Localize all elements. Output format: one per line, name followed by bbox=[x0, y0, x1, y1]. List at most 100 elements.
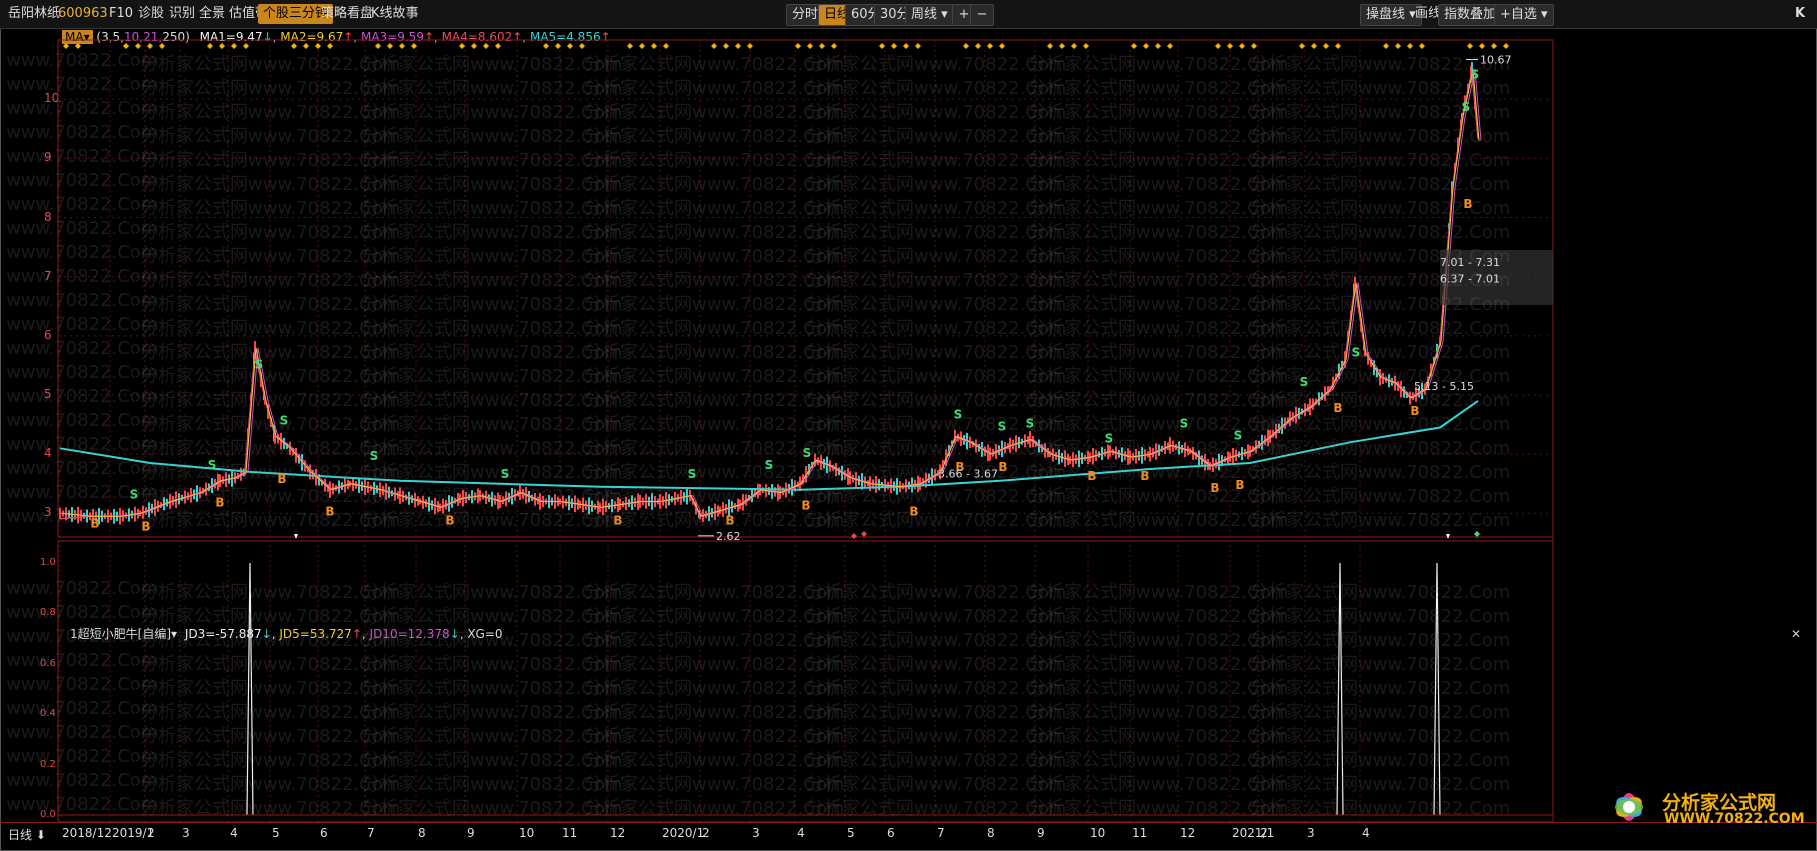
month-label: 2 bbox=[1260, 826, 1268, 840]
month-label: 2 bbox=[147, 826, 155, 840]
signal-marker bbox=[1227, 43, 1233, 49]
signal-marker bbox=[315, 43, 321, 49]
diamond-marker bbox=[861, 531, 867, 537]
jd10-value: JD10=12.378 bbox=[369, 627, 450, 641]
signal-marker bbox=[807, 43, 813, 49]
buy-signal: B bbox=[1333, 401, 1342, 415]
buy-signal: B bbox=[909, 505, 918, 519]
signal-marker bbox=[1419, 43, 1425, 49]
signal-marker bbox=[1503, 43, 1509, 49]
signal-marker bbox=[1143, 43, 1149, 49]
month-label: 2020/1 bbox=[662, 826, 705, 840]
sell-signal: S bbox=[1471, 67, 1480, 81]
month-label: 2018/12 bbox=[62, 826, 112, 840]
signal-marker bbox=[471, 43, 477, 49]
sell-signal: S bbox=[688, 467, 697, 481]
signal-marker bbox=[1239, 43, 1245, 49]
main-panel-border bbox=[57, 39, 1554, 538]
month-label: 11 bbox=[562, 826, 578, 840]
sell-signal: S bbox=[1105, 431, 1114, 445]
sell-signal: S bbox=[208, 458, 217, 472]
signal-marker bbox=[459, 43, 465, 49]
month-label: 12 bbox=[1180, 826, 1196, 840]
signal-marker bbox=[1131, 43, 1137, 49]
signal-marker bbox=[1071, 43, 1077, 49]
signal-marker bbox=[387, 43, 393, 49]
signal-marker bbox=[207, 43, 213, 49]
signal-marker bbox=[747, 43, 753, 49]
signal-marker bbox=[147, 43, 153, 49]
month-label: 9 bbox=[467, 826, 475, 840]
ma5-line bbox=[59, 400, 1479, 491]
sell-signal: S bbox=[130, 488, 139, 502]
sub-spike bbox=[246, 562, 254, 816]
buy-signal: B bbox=[1235, 478, 1244, 492]
buy-signal: B bbox=[1463, 197, 1472, 211]
signal-marker bbox=[1491, 43, 1497, 49]
signal-marker bbox=[75, 43, 81, 49]
signal-marker bbox=[291, 43, 297, 49]
signal-marker bbox=[639, 43, 645, 49]
sell-signal: S bbox=[1180, 417, 1189, 431]
month-label: 4 bbox=[230, 826, 238, 840]
month-label: 10 bbox=[519, 826, 535, 840]
signal-marker bbox=[411, 43, 417, 49]
jd3-value: JD3=-57.887 bbox=[184, 627, 262, 641]
arrow-down-icon: ⬇ bbox=[35, 828, 46, 842]
jd5-value: JD5=53.727 bbox=[279, 627, 352, 641]
month-label: 10 bbox=[1090, 826, 1106, 840]
buy-signal: B bbox=[277, 472, 286, 486]
sell-signal: S bbox=[280, 414, 289, 428]
close-icon[interactable]: ✕ bbox=[1791, 627, 1801, 641]
month-label: 3 bbox=[752, 826, 760, 840]
signal-marker bbox=[159, 43, 165, 49]
gap-zone-label-a: 7.01 - 7.31 bbox=[1440, 256, 1500, 269]
signal-marker bbox=[555, 43, 561, 49]
sell-signal: S bbox=[1462, 100, 1471, 114]
month-label: 12 bbox=[610, 826, 626, 840]
buy-signal: B bbox=[613, 513, 622, 527]
kline-chart[interactable]: B BBBBB B BB BB BB BB BB BBSSSSSS SSSSS SSSSSSSS10… bbox=[0, 0, 1817, 851]
signal-marker bbox=[1299, 43, 1305, 49]
month-label: 9 bbox=[1037, 826, 1045, 840]
buy-signal: B bbox=[1140, 469, 1149, 483]
signal-marker bbox=[723, 43, 729, 49]
period-label[interactable]: 日线 ⬇ bbox=[8, 826, 46, 843]
buy-signal: B bbox=[1087, 469, 1096, 483]
signal-marker bbox=[1251, 43, 1257, 49]
buy-signal: B bbox=[1210, 481, 1219, 495]
buy-signal: B bbox=[215, 496, 224, 510]
signal-marker bbox=[243, 43, 249, 49]
signal-marker bbox=[1467, 43, 1473, 49]
buy-signal: B bbox=[801, 499, 810, 513]
sell-signal: S bbox=[803, 446, 812, 460]
signal-marker bbox=[495, 43, 501, 49]
month-label: 7 bbox=[937, 826, 945, 840]
signal-marker bbox=[123, 43, 129, 49]
ma3-line bbox=[62, 69, 1482, 517]
signal-marker bbox=[651, 43, 657, 49]
sub-indicator-legend: 1超短小肥牛[自编]▾ JD3=-57.887↓, JD5=53.727↑, J… bbox=[70, 627, 503, 641]
signal-marker bbox=[1047, 43, 1053, 49]
site-logo: 分析家公式网 WWW.70822.COM bbox=[1600, 782, 1805, 832]
buy-signal: B bbox=[90, 516, 99, 530]
signal-marker bbox=[303, 43, 309, 49]
month-label: 6 bbox=[320, 826, 328, 840]
ma2-line bbox=[60, 69, 1480, 517]
buy-signal: B bbox=[141, 519, 150, 533]
sell-signal: S bbox=[1352, 346, 1361, 360]
sell-signal: S bbox=[998, 420, 1007, 434]
signal-marker bbox=[1383, 43, 1389, 49]
signal-marker bbox=[879, 43, 885, 49]
signal-marker bbox=[375, 43, 381, 49]
signal-marker bbox=[999, 43, 1005, 49]
buy-signal: B bbox=[998, 460, 1007, 474]
signal-marker bbox=[1059, 43, 1065, 49]
signal-marker bbox=[1335, 43, 1341, 49]
sub-indicator-selector[interactable]: 1超短小肥牛[自编]▾ bbox=[70, 627, 177, 641]
signal-marker bbox=[975, 43, 981, 49]
signal-marker bbox=[915, 43, 921, 49]
month-label: 7 bbox=[367, 826, 375, 840]
logo-url: WWW.70822.COM bbox=[1664, 811, 1805, 827]
signal-marker bbox=[795, 43, 801, 49]
